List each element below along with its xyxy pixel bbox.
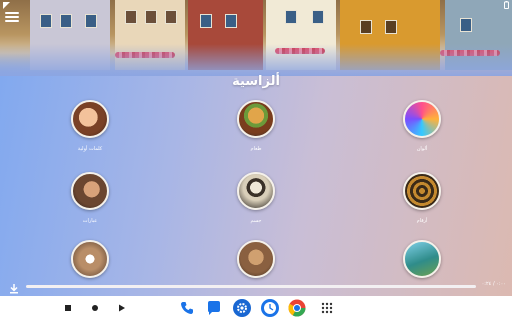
chrome-icon[interactable] <box>288 299 306 317</box>
skeleton-image <box>237 172 275 210</box>
page-title: ألزاسية <box>232 74 280 89</box>
download-all-icon[interactable] <box>8 280 20 294</box>
stop-icon[interactable] <box>62 302 74 314</box>
status-bar <box>0 0 512 10</box>
category-label: جسم <box>250 218 262 224</box>
burger-image <box>237 100 275 138</box>
colorful-swirl-image <box>403 100 441 138</box>
category-grid: كلمات أولية طعام ألوان عبارات جسم أرقام <box>0 100 512 278</box>
nature-image <box>403 240 441 278</box>
category-item-body[interactable]: جسم <box>211 172 301 224</box>
phone-icon[interactable] <box>178 299 196 317</box>
category-label: عبارات <box>82 218 98 224</box>
home-icon[interactable] <box>89 302 101 314</box>
app-grid-icon[interactable] <box>318 299 336 317</box>
notification-icon <box>2 1 10 9</box>
system-nav-bar <box>0 296 512 320</box>
category-item-9[interactable] <box>377 240 467 278</box>
category-label: أرقام <box>416 218 428 224</box>
robot-image <box>237 240 275 278</box>
audio-player: ٠:٠٠ / ٠:٢٤ <box>0 278 512 294</box>
time-readout: ٠:٠٠ / ٠:٢٤ <box>481 281 506 287</box>
back-icon[interactable] <box>116 302 128 314</box>
clock-icon[interactable] <box>261 299 279 317</box>
child-face-image <box>71 100 109 138</box>
category-item-colors[interactable]: ألوان <box>377 100 467 152</box>
category-item-first-words[interactable]: كلمات أولية <box>45 100 135 152</box>
settings-icon[interactable] <box>233 299 251 317</box>
owl-image <box>71 240 109 278</box>
category-item-food[interactable]: طعام <box>211 100 301 152</box>
progress-track[interactable] <box>26 285 476 288</box>
category-label: طعام <box>250 146 262 152</box>
messages-icon[interactable] <box>205 299 223 317</box>
category-item-numbers[interactable]: أرقام <box>377 172 467 224</box>
battery-icon <box>502 1 510 9</box>
category-item-phrases[interactable]: عبارات <box>45 172 135 224</box>
header-photo <box>0 0 512 76</box>
category-label: كلمات أولية <box>77 146 103 152</box>
numbers-image <box>403 172 441 210</box>
category-label: ألوان <box>416 146 428 152</box>
category-item-7[interactable] <box>45 240 135 278</box>
speaking-person-image <box>71 172 109 210</box>
hamburger-menu-icon[interactable] <box>5 12 19 24</box>
category-item-8[interactable] <box>211 240 301 278</box>
